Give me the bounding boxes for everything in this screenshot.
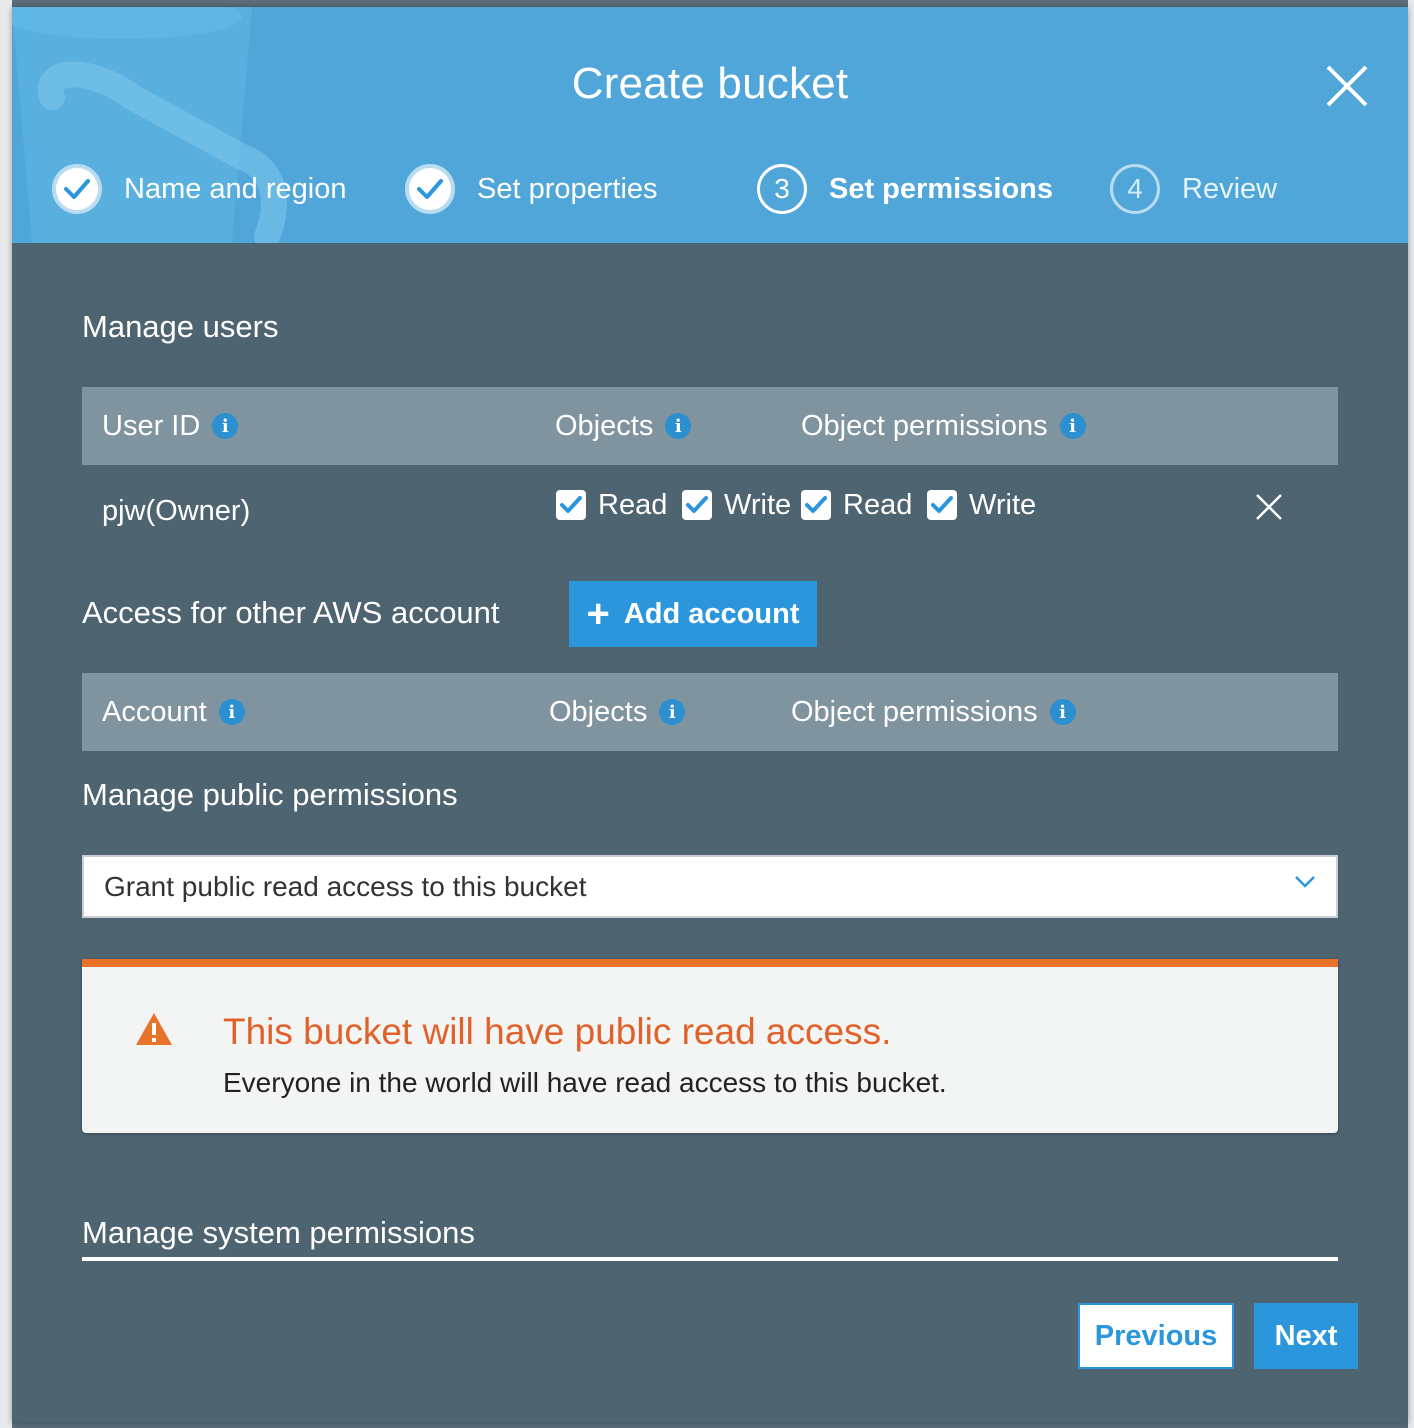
- user-id-cell: pjw(Owner): [102, 494, 251, 527]
- step-set-permissions: 3 Set permissions: [757, 161, 1053, 217]
- step-label: Review: [1182, 172, 1278, 205]
- close-icon: [1326, 65, 1368, 107]
- close-button[interactable]: [1324, 63, 1370, 109]
- objects-read-checkbox[interactable]: Read: [556, 485, 667, 525]
- info-icon[interactable]: i: [212, 413, 239, 439]
- objects-write-checkbox[interactable]: Write: [682, 485, 791, 525]
- accounts-table-header: Account i Objects i Object permissions i: [82, 673, 1338, 751]
- info-icon[interactable]: i: [659, 699, 686, 725]
- checkbox-box[interactable]: [556, 490, 586, 520]
- checkbox-label: Write: [724, 488, 792, 521]
- column-label: Object permissions: [791, 695, 1038, 728]
- select-value: Grant public read access to this bucket: [104, 870, 587, 902]
- checkbox-box[interactable]: [682, 490, 712, 520]
- step-complete-circle: [52, 164, 102, 214]
- system-permissions-title[interactable]: Manage system permissions: [82, 1215, 475, 1251]
- column-objects: Objects i: [549, 673, 686, 751]
- column-user-id: User ID i: [102, 387, 239, 465]
- table-row: pjw(Owner) Read Write Read Write: [82, 465, 1338, 555]
- column-label: Objects: [549, 695, 648, 728]
- column-object-permissions: Object permissions i: [791, 673, 1076, 751]
- add-account-label: Add account: [623, 597, 800, 630]
- other-accounts-title: Access for other AWS account: [82, 595, 500, 630]
- column-label: Object permissions: [801, 409, 1048, 442]
- checkbox-label: Read: [843, 488, 913, 521]
- column-objects: Objects i: [555, 387, 692, 465]
- info-icon[interactable]: i: [218, 699, 245, 725]
- checkbox-box[interactable]: [801, 490, 831, 520]
- plus-icon: +: [586, 592, 610, 636]
- step-label: Set properties: [477, 172, 658, 205]
- modal-title: Create bucket: [571, 59, 849, 108]
- column-label: Objects: [555, 409, 654, 442]
- column-object-permissions: Object permissions i: [801, 387, 1086, 465]
- previous-button[interactable]: Previous: [1078, 1303, 1234, 1369]
- step-number-circle: 3: [757, 164, 807, 214]
- checkbox-label: Read: [598, 488, 668, 521]
- remove-user-button[interactable]: [1254, 487, 1284, 527]
- users-table-header: User ID i Objects i Object permissions i: [82, 387, 1338, 465]
- step-set-properties: Set properties: [405, 161, 658, 217]
- permissions-write-checkbox[interactable]: Write: [927, 485, 1036, 525]
- step-number: 4: [1127, 173, 1143, 204]
- permissions-read-checkbox[interactable]: Read: [801, 485, 912, 525]
- close-icon: [1256, 494, 1282, 520]
- backdrop-right: [1408, 0, 1414, 1428]
- add-account-button[interactable]: + Add account: [569, 581, 817, 647]
- create-bucket-modal: Create bucket Name and region Set proper…: [12, 7, 1408, 1423]
- info-icon[interactable]: i: [665, 413, 692, 439]
- public-permissions-select[interactable]: Grant public read access to this bucket: [82, 855, 1338, 918]
- divider: [82, 1257, 1338, 1261]
- warning-triangle-icon: [136, 1013, 172, 1045]
- info-icon[interactable]: i: [1049, 699, 1076, 725]
- step-name-and-region: Name and region: [52, 161, 346, 217]
- modal-header: Create bucket Name and region Set proper…: [12, 7, 1408, 243]
- step-label: Set permissions: [829, 172, 1054, 205]
- chevron-down-icon: [1295, 876, 1315, 888]
- column-label: User ID: [102, 409, 201, 442]
- step-number: 3: [774, 173, 790, 204]
- checkbox-box[interactable]: [927, 490, 957, 520]
- checkmark-icon: [560, 496, 582, 513]
- warning-text: Everyone in the world will have read acc…: [223, 1067, 947, 1098]
- public-access-warning: This bucket will have public read access…: [82, 959, 1338, 1133]
- backdrop-left: [0, 0, 12, 1428]
- info-icon[interactable]: i: [1059, 413, 1086, 439]
- step-label: Name and region: [124, 172, 347, 205]
- checkbox-label: Write: [969, 488, 1037, 521]
- checkmark-icon: [931, 496, 953, 513]
- checkmark-icon: [417, 179, 443, 199]
- step-review: 4 Review: [1110, 161, 1277, 217]
- checkmark-icon: [805, 496, 827, 513]
- checkmark-icon: [686, 496, 708, 513]
- next-button[interactable]: Next: [1254, 1303, 1358, 1369]
- manage-users-title: Manage users: [82, 309, 279, 344]
- public-permissions-title: Manage public permissions: [82, 777, 458, 812]
- checkmark-icon: [64, 179, 90, 199]
- warning-title: This bucket will have public read access…: [223, 1011, 892, 1052]
- step-number-circle: 4: [1110, 164, 1160, 214]
- column-account: Account i: [102, 673, 245, 751]
- column-label: Account: [102, 695, 207, 728]
- step-complete-circle: [405, 164, 455, 214]
